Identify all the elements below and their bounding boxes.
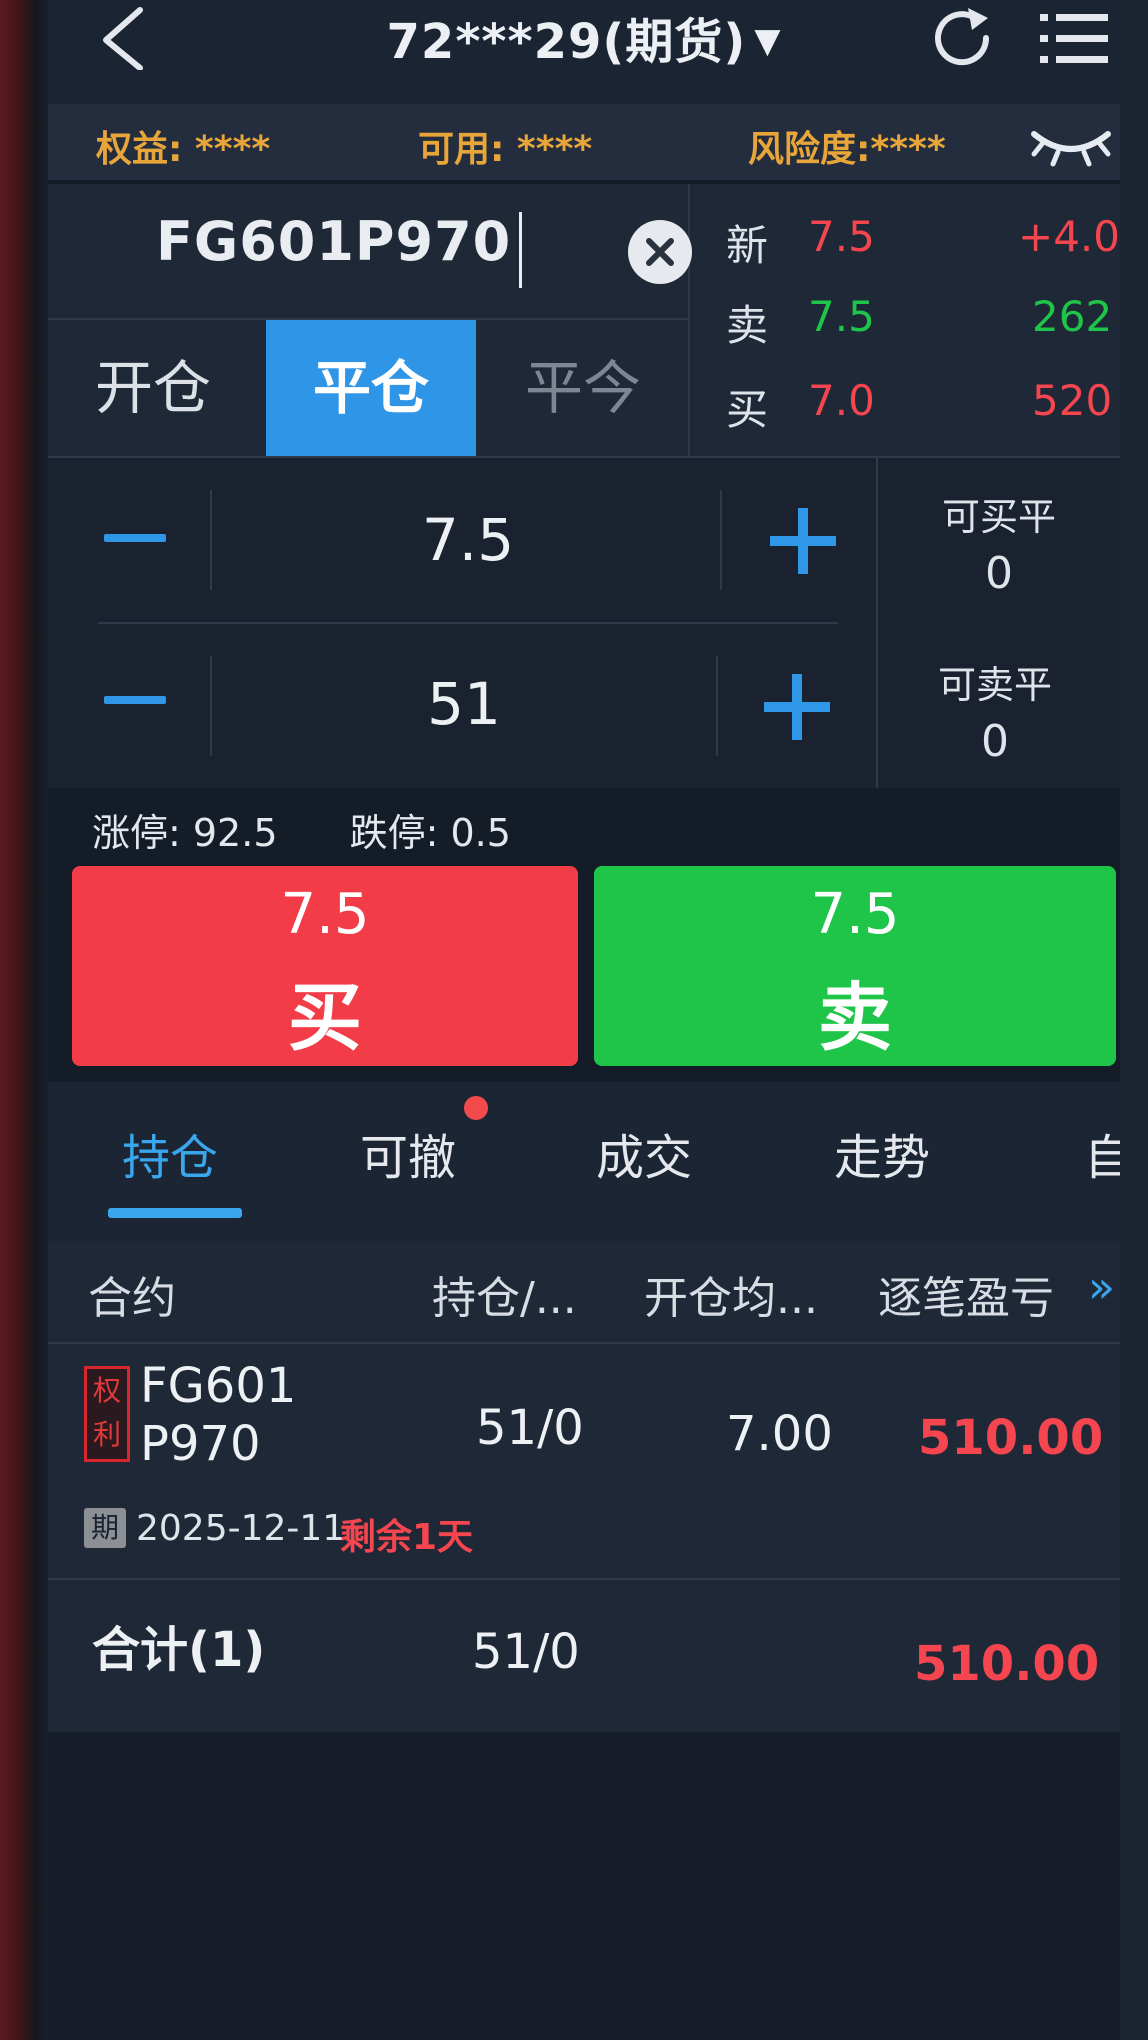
buy-close-available-value: 0: [985, 548, 1013, 599]
table-row[interactable]: 权利 FG601 P970 51/0 7.00 510.00 期 2025-12…: [48, 1344, 1120, 1568]
price-input[interactable]: 7.5: [278, 506, 658, 574]
text-cursor: [519, 212, 522, 288]
risk-label: 风险度:****: [748, 129, 946, 170]
quote-bid-volume: 520: [1032, 376, 1113, 425]
expiry-date: 2025-12-11: [136, 1508, 346, 1549]
col-contract: 合约: [88, 1273, 176, 1324]
price-decrease-button[interactable]: [104, 534, 166, 542]
active-tab-indicator: [108, 1208, 242, 1218]
plus-icon: [792, 674, 802, 740]
dropdown-arrow-icon: ▼: [754, 21, 782, 61]
quote-ask-price: 7.5: [808, 292, 875, 341]
contract-search-input[interactable]: FG601P970: [156, 210, 511, 273]
tab-chart[interactable]: 走势: [834, 1118, 930, 1188]
quantity-increase-button[interactable]: [764, 674, 830, 740]
sell-close-available-value: 0: [981, 716, 1009, 767]
buy-label: 买: [288, 975, 362, 1061]
sell-button[interactable]: 7.5 卖: [594, 866, 1116, 1066]
pnl-value: 510.00: [918, 1410, 1104, 1466]
col-avg-open: 开仓均...: [644, 1273, 818, 1324]
contract-code-line1: FG601: [140, 1358, 297, 1414]
tab-trades[interactable]: 成交: [596, 1118, 692, 1188]
quote-bid-price: 7.0: [808, 376, 875, 425]
clear-input-icon[interactable]: [628, 220, 692, 284]
col-pnl: 逐笔盈亏: [878, 1273, 1054, 1324]
close-icon: [646, 238, 674, 266]
quote-change: +4.0: [1018, 212, 1120, 261]
total-row: 合计(1) 51/0 510.00: [48, 1580, 1120, 1730]
menu-icon[interactable]: [1038, 8, 1110, 70]
app-screen: 72***29(期货) ▼ 权益: **** 可用: **** 风险度:**** …: [48, 0, 1120, 2040]
sell-close-available-label: 可卖平: [937, 663, 1052, 707]
account-summary-bar: 权益: **** 可用: **** 风险度:****: [48, 104, 1120, 180]
position-value: 51/0: [476, 1400, 584, 1456]
hide-eye-icon[interactable]: [1028, 118, 1114, 170]
total-label: 合计(1): [92, 1622, 266, 1678]
quote-ask-volume: 262: [1032, 292, 1113, 341]
tab-open-position[interactable]: 开仓: [48, 320, 258, 456]
quote-last-label: 新: [726, 221, 769, 270]
device-frame: 72***29(期货) ▼ 权益: **** 可用: **** 风险度:**** …: [0, 0, 1148, 2040]
refresh-icon[interactable]: [928, 4, 998, 74]
notification-dot: [464, 1096, 488, 1120]
tab-cancelable[interactable]: 可撤: [360, 1118, 456, 1188]
total-pnl: 510.00: [914, 1636, 1100, 1692]
divider: [720, 490, 722, 590]
quantity-decrease-button[interactable]: [104, 696, 166, 704]
quantity-input[interactable]: 51: [274, 670, 654, 738]
available-label: 可用: ****: [418, 129, 593, 170]
price-limits: 涨停: 92.5 跌停: 0.5: [92, 802, 511, 857]
sell-price: 7.5: [810, 882, 900, 947]
option-right-badge: 权利: [84, 1366, 130, 1462]
equity-label: 权益: ****: [96, 129, 271, 170]
limit-down: 跌停: 0.5: [349, 811, 511, 855]
tab-close-today[interactable]: 平今: [478, 320, 688, 456]
plus-icon: [798, 508, 808, 574]
scroll-right-icon[interactable]: »: [1088, 1262, 1115, 1313]
expiry-badge: 期: [84, 1508, 126, 1548]
contract-code-line2: P970: [140, 1416, 261, 1472]
empty-area: [48, 1732, 1120, 2040]
quote-last-price: 7.5: [808, 212, 875, 261]
divider: [210, 490, 212, 590]
divider: [210, 656, 212, 756]
buy-button[interactable]: 7.5 买: [72, 866, 578, 1066]
buy-price: 7.5: [280, 882, 370, 947]
price-increase-button[interactable]: [770, 508, 836, 574]
avg-open-value: 7.00: [726, 1406, 833, 1462]
buy-close-available-label: 可买平: [941, 495, 1056, 539]
limit-up: 涨停: 92.5: [92, 811, 278, 855]
days-remaining: 剩余1天: [340, 1517, 474, 1558]
tab-close-position[interactable]: 平仓: [266, 320, 476, 456]
total-position: 51/0: [472, 1624, 580, 1680]
tab-positions[interactable]: 持仓: [122, 1118, 218, 1188]
sell-label: 卖: [818, 975, 892, 1061]
col-position: 持仓/...: [432, 1273, 577, 1324]
divider: [98, 622, 838, 624]
account-title-text: 72***29(期货): [386, 14, 747, 70]
tab-more[interactable]: 自: [1084, 1118, 1120, 1188]
quote-ask-label: 卖: [726, 301, 769, 350]
divider: [716, 656, 718, 756]
quote-bid-label: 买: [726, 385, 769, 434]
